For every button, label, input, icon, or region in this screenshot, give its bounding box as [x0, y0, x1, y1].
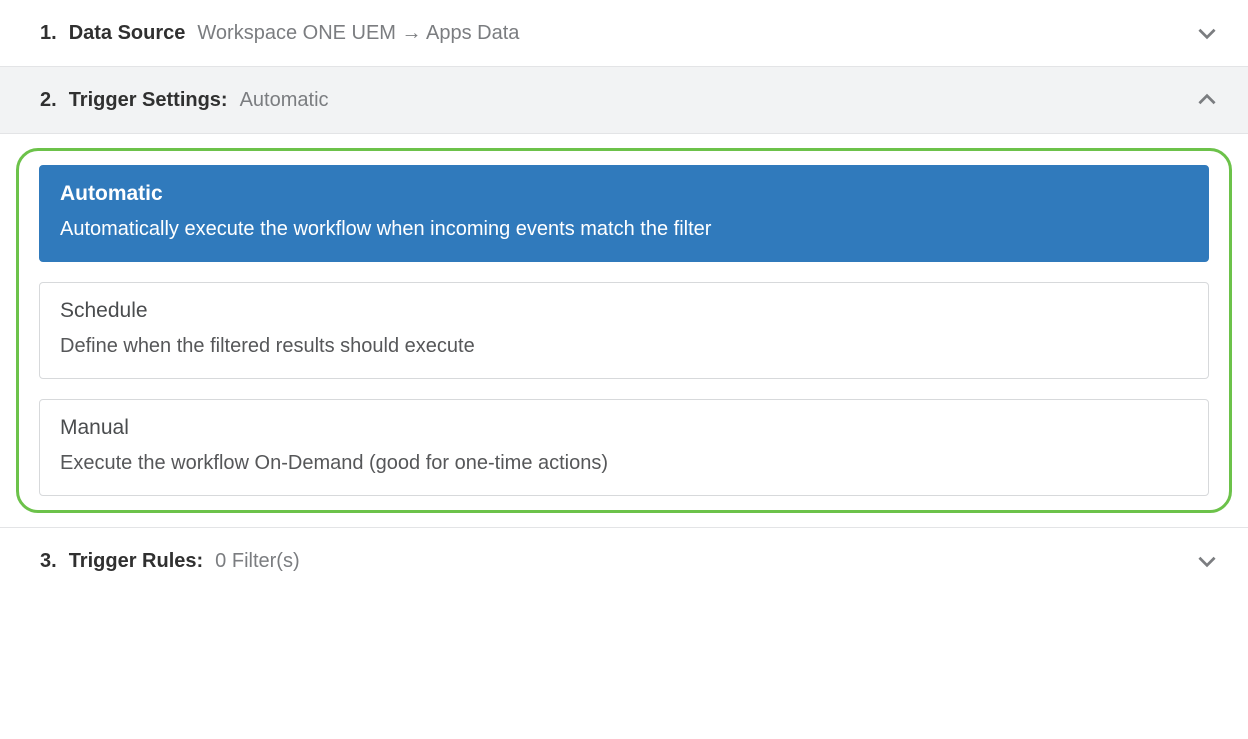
trigger-options-highlight: Automatic Automatically execute the work… [16, 148, 1232, 513]
section-value: 0 Filter(s) [215, 550, 299, 573]
option-description: Define when the filtered results should … [60, 335, 1188, 358]
option-title: Automatic [60, 182, 1188, 206]
section-title: Trigger Settings: [69, 89, 228, 112]
section-number: 1. [40, 22, 57, 45]
trigger-settings-panel: Automatic Automatically execute the work… [0, 134, 1248, 527]
section-value: Workspace ONE UEM → Apps Data [197, 22, 519, 45]
section-value: Automatic [240, 89, 329, 112]
section-trigger-rules[interactable]: 3. Trigger Rules: 0 Filter(s) [0, 527, 1248, 594]
chevron-down-icon [1194, 20, 1220, 46]
section-title: Data Source [69, 22, 186, 45]
option-title: Manual [60, 416, 1188, 440]
section-number: 2. [40, 89, 57, 112]
section-trigger-settings[interactable]: 2. Trigger Settings: Automatic [0, 66, 1248, 134]
trigger-option-manual[interactable]: Manual Execute the workflow On-Demand (g… [39, 399, 1209, 496]
section-title: Trigger Rules: [69, 550, 203, 573]
trigger-option-automatic[interactable]: Automatic Automatically execute the work… [39, 165, 1209, 262]
trigger-option-schedule[interactable]: Schedule Define when the filtered result… [39, 282, 1209, 379]
chevron-down-icon [1194, 548, 1220, 574]
option-description: Automatically execute the workflow when … [60, 218, 1188, 241]
option-title: Schedule [60, 299, 1188, 323]
chevron-up-icon [1194, 87, 1220, 113]
section-number: 3. [40, 550, 57, 573]
option-description: Execute the workflow On-Demand (good for… [60, 452, 1188, 475]
section-data-source[interactable]: 1. Data Source Workspace ONE UEM → Apps … [0, 0, 1248, 66]
